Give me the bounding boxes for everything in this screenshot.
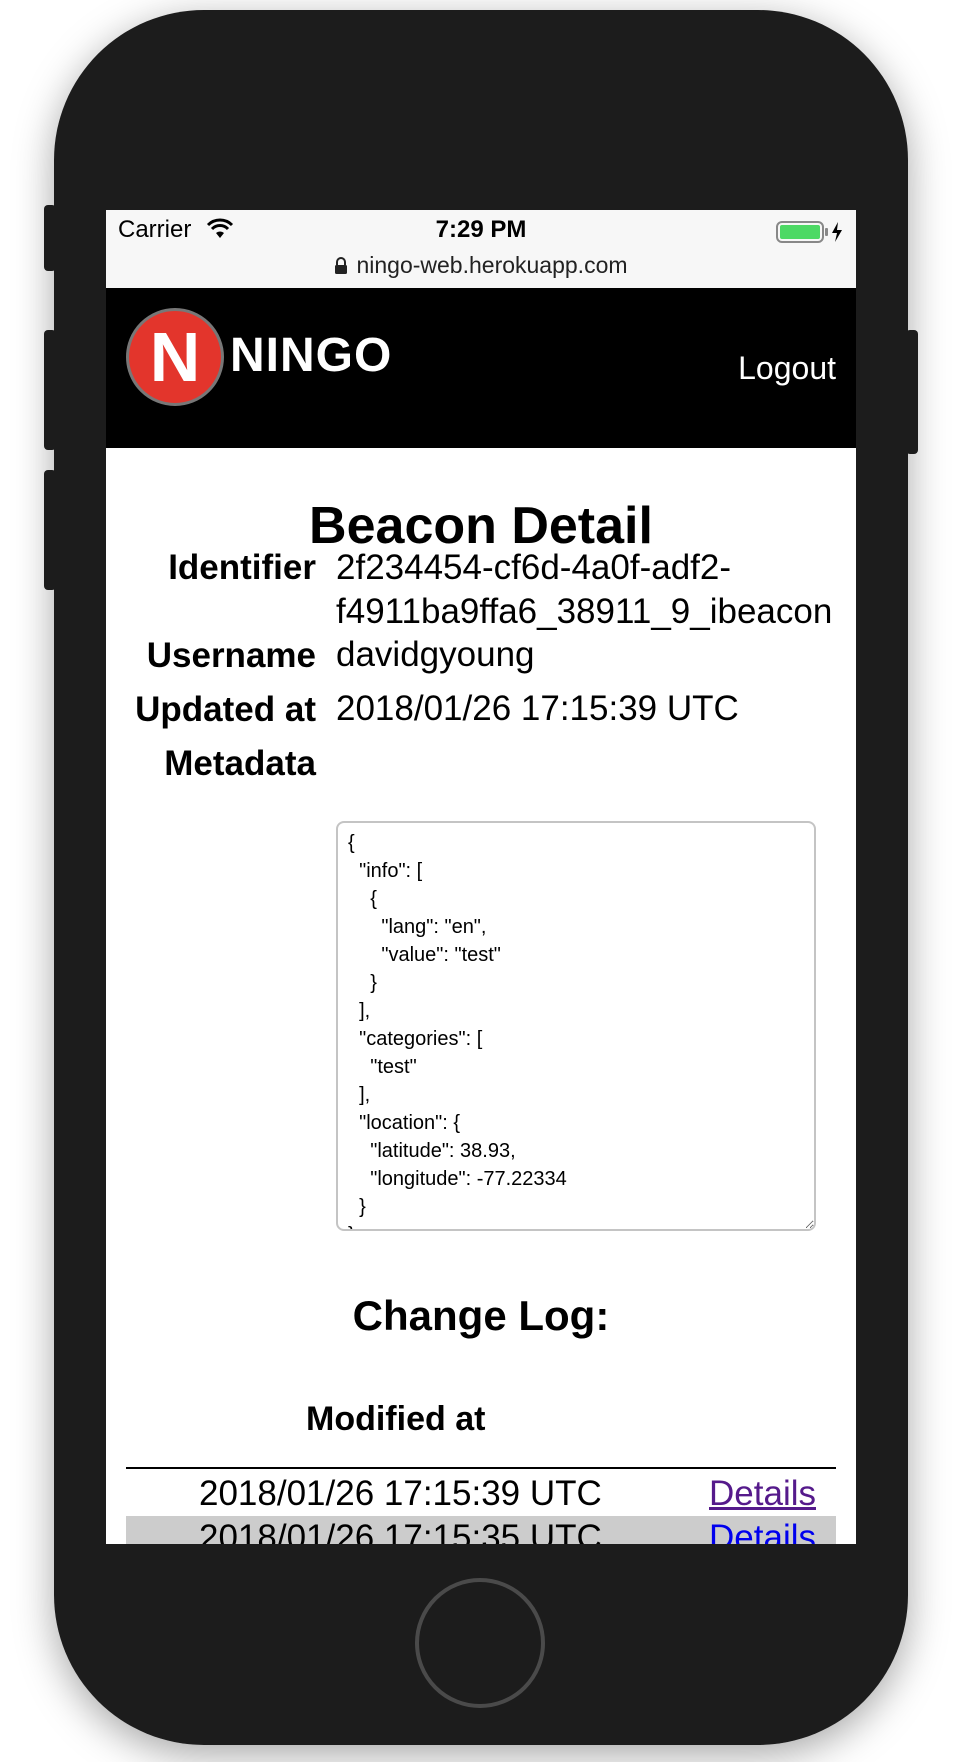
logout-link[interactable]: Logout (738, 350, 836, 387)
modified-at-header: Modified at (306, 1400, 486, 1438)
ningo-logo[interactable]: N (126, 308, 224, 406)
mute-switch (44, 205, 56, 271)
details-link[interactable]: Details (709, 1474, 816, 1514)
identifier-label: Identifier (168, 548, 316, 587)
change-log-title: Change Log: (352, 1292, 610, 1339)
table-row: 2018/01/26 17:15:35 UTC Details (126, 1516, 836, 1544)
username-value: davidgyoung (336, 635, 535, 674)
volume-up-button (44, 330, 56, 450)
identifier-value: 2f234454-cf6d-4a0f-adf2- f4911ba9ffa6_38… (336, 546, 832, 634)
screen: Carrier 7:29 PM ningo-web.herokuapp.com … (106, 210, 856, 1544)
table-row: 2018/01/26 17:15:39 UTC Details (126, 1472, 836, 1516)
lock-icon (334, 252, 348, 282)
updated-at-value: 2018/01/26 17:15:39 UTC (336, 689, 739, 728)
volume-down-button (44, 470, 56, 590)
details-link[interactable]: Details (709, 1518, 816, 1544)
metadata-label: Metadata (164, 744, 316, 783)
battery-icon (776, 220, 846, 251)
identifier-value-line-2: f4911ba9ffa6_38911_9_ibeacon (336, 592, 833, 631)
clock: 7:29 PM (435, 216, 527, 243)
modified-at-cell: 2018/01/26 17:15:35 UTC (199, 1518, 602, 1544)
navbar: N NINGO Logout (106, 288, 856, 448)
status-bar: Carrier 7:29 PM (106, 210, 856, 250)
power-button (906, 330, 918, 454)
identifier-value-line-1: 2f234454-cf6d-4a0f-adf2- (336, 548, 731, 587)
brand-name[interactable]: NINGO (230, 328, 392, 383)
updated-at-label: Updated at (135, 690, 316, 729)
metadata-textarea[interactable]: { "info": [ { "lang": "en", "value": "te… (336, 821, 816, 1231)
modified-at-cell: 2018/01/26 17:15:39 UTC (199, 1474, 602, 1513)
home-button[interactable] (415, 1578, 545, 1708)
username-label: Username (146, 636, 316, 675)
table-header-divider (126, 1467, 836, 1469)
address-bar[interactable]: ningo-web.herokuapp.com (106, 250, 856, 288)
url-text: ningo-web.herokuapp.com (356, 252, 628, 278)
